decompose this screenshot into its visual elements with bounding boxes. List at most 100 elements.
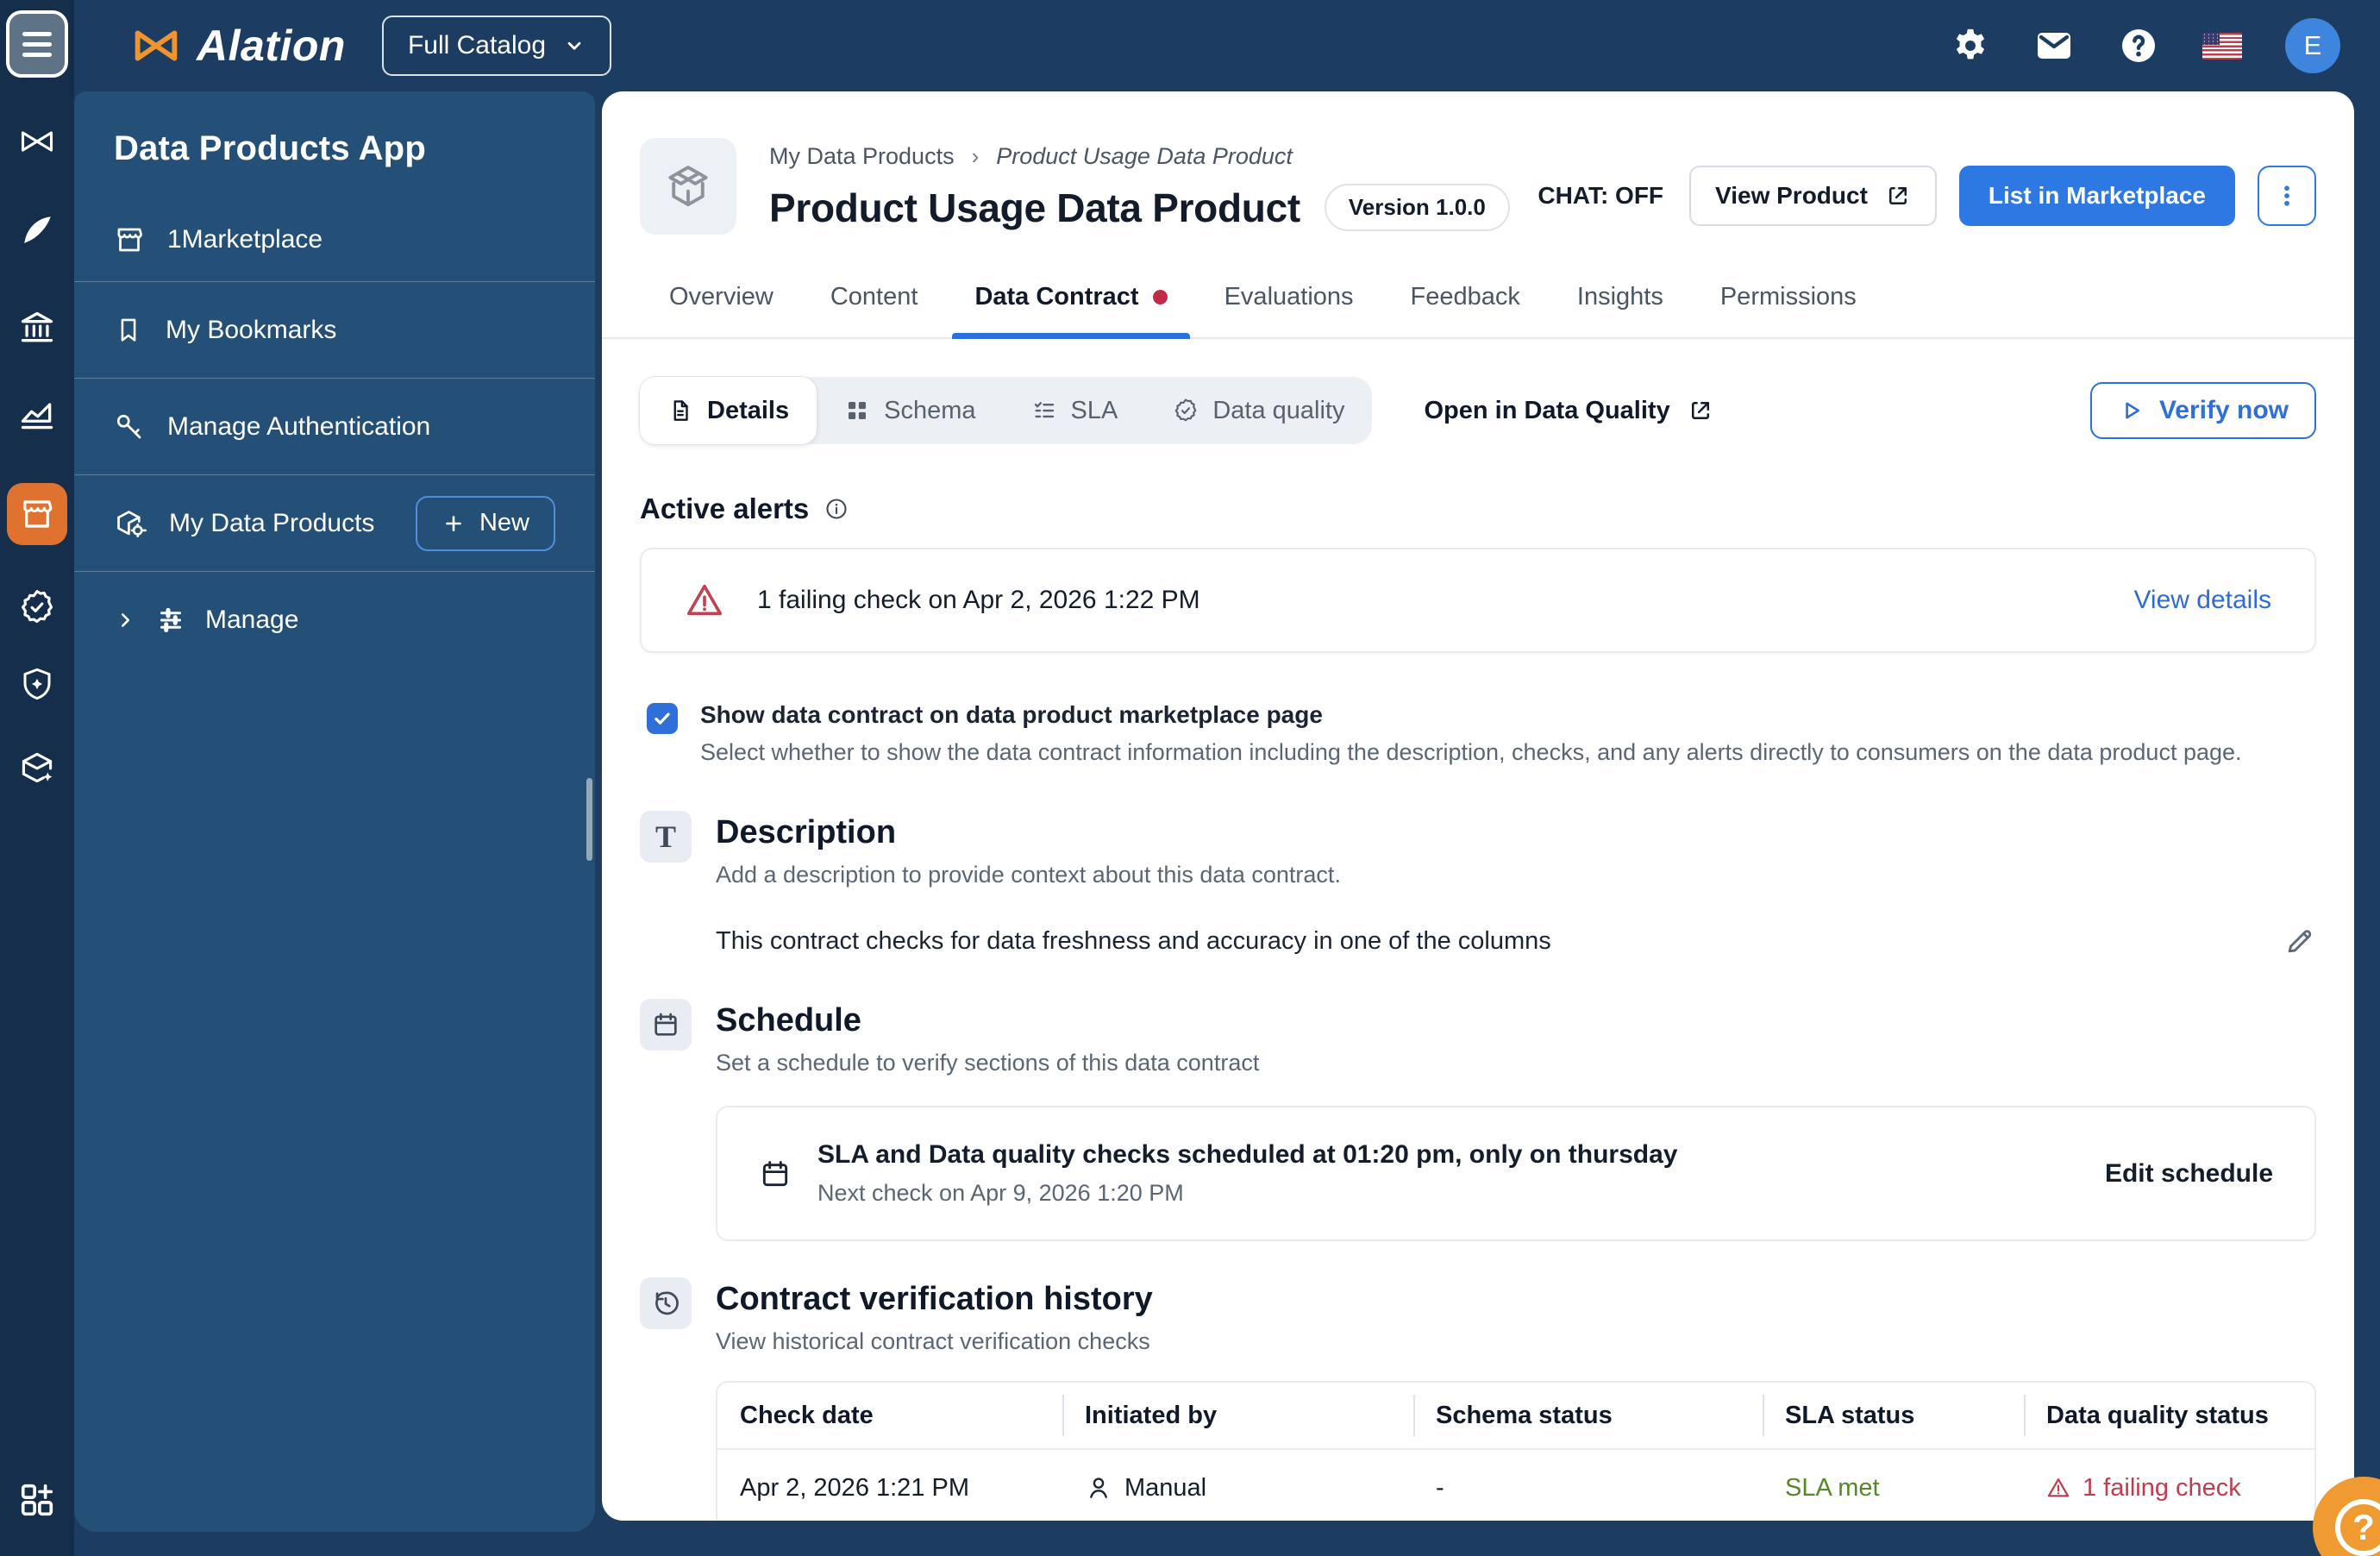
area-chart-icon[interactable] <box>18 395 56 433</box>
topbar-actions: E <box>1951 18 2340 73</box>
edit-schedule-button[interactable]: Edit schedule <box>2105 1159 2273 1189</box>
show-contract-checkbox[interactable] <box>647 703 678 734</box>
sidebar-item-label: My Bookmarks <box>166 315 337 344</box>
alation-mark-icon[interactable] <box>18 122 56 160</box>
view-details-link[interactable]: View details <box>2133 586 2271 615</box>
page-title: Product Usage Data Product <box>769 185 1300 230</box>
sidebar-item-marketplace[interactable]: 1Marketplace <box>74 198 595 281</box>
mail-icon <box>2038 33 2070 59</box>
tab-data-contract[interactable]: Data Contract <box>952 283 1190 339</box>
schedule-section-icon-tile <box>640 999 692 1051</box>
sidebar-item-manage-authentication[interactable]: Manage Authentication <box>74 378 595 474</box>
hamburger-menu-button[interactable] <box>6 10 68 78</box>
badge-check-icon <box>1175 398 1197 422</box>
segment-sla[interactable]: SLA <box>1004 377 1146 444</box>
verification-history-table: Check date Initiated by Schema status SL… <box>716 1381 2316 1521</box>
show-contract-text: Show data contract on data product marke… <box>700 701 2242 766</box>
sidebar-item-label: My Data Products <box>169 508 375 537</box>
alert-triangle-icon <box>2047 1478 2070 1497</box>
column-header-schema-status: Schema status <box>1413 1383 1763 1448</box>
segment-data-quality[interactable]: Data quality <box>1145 377 1372 444</box>
title-row: Product Usage Data Product Version 1.0.0 <box>769 184 1510 231</box>
breadcrumb-root-link[interactable]: My Data Products <box>769 143 955 170</box>
description-heading: Description <box>716 814 897 850</box>
sidebar-scrollbar-thumb[interactable] <box>586 778 592 861</box>
box-gear-icon <box>117 510 147 537</box>
segment-data-quality-label: Data quality <box>1212 396 1345 424</box>
product-header: My Data Products › Product Usage Data Pr… <box>640 138 2316 235</box>
us-flag-icon <box>2202 32 2220 45</box>
alation-logo[interactable]: Alation <box>128 21 346 71</box>
schedule-heading: Schedule <box>716 1002 861 1038</box>
tab-overview[interactable]: Overview <box>669 283 774 337</box>
new-data-product-button[interactable]: New <box>415 495 555 551</box>
tab-content[interactable]: Content <box>830 283 918 337</box>
history-section: Contract verification history View histo… <box>640 1277 2316 1521</box>
segment-details[interactable]: Details <box>640 377 817 444</box>
more-options-button[interactable] <box>2258 166 2316 226</box>
column-header-dq-status: Data quality status <box>2024 1383 2314 1448</box>
initiated-by-value: Manual <box>1124 1473 1207 1502</box>
tab-insights[interactable]: Insights <box>1577 283 1663 337</box>
grid-icon <box>849 402 867 419</box>
tab-evaluations[interactable]: Evaluations <box>1224 283 1354 337</box>
help-circle-icon <box>2122 29 2155 62</box>
plus-icon <box>446 515 461 531</box>
messages-button[interactable] <box>2033 25 2075 66</box>
view-product-button[interactable]: View Product <box>1689 166 1937 226</box>
sidebar-item-bookmarks[interactable]: My Bookmarks <box>74 281 595 378</box>
play-icon <box>2126 402 2140 419</box>
tab-permissions[interactable]: Permissions <box>1720 283 1857 337</box>
version-badge: Version 1.0.0 <box>1324 184 1510 231</box>
language-flag-button[interactable] <box>2202 32 2242 60</box>
hamburger-icon <box>22 31 52 57</box>
description-text: This contract checks for data freshness … <box>716 926 1551 955</box>
settings-gear-button[interactable] <box>1951 26 1990 66</box>
show-contract-toggle-row: Show data contract on data product marke… <box>640 701 2316 766</box>
schedule-subtitle: Set a schedule to verify sections of thi… <box>716 1050 1260 1076</box>
list-in-marketplace-label: List in Marketplace <box>1988 182 2206 209</box>
help-button[interactable] <box>2118 25 2159 66</box>
history-heading: Contract verification history <box>716 1281 1153 1317</box>
full-catalog-dropdown[interactable]: Full Catalog <box>381 16 612 76</box>
segment-schema[interactable]: Schema <box>817 377 1003 444</box>
column-header-check-date: Check date <box>740 1401 874 1429</box>
shield-icon[interactable] <box>19 666 55 702</box>
sidebar-item-manage[interactable]: Manage <box>74 571 595 668</box>
open-box-icon <box>668 166 708 207</box>
contract-segmented-control: Details Schema SLA Data quality <box>640 377 1373 444</box>
schedule-card-text: SLA and Data quality checks scheduled at… <box>817 1140 1678 1207</box>
apps-plus-icon[interactable] <box>17 1480 57 1520</box>
column-header-sla-status: SLA status <box>1763 1383 2024 1448</box>
sliders-icon <box>160 607 181 632</box>
breadcrumb-separator: › <box>971 143 980 169</box>
schedule-card: SLA and Data quality checks scheduled at… <box>716 1106 2316 1241</box>
calendar-icon <box>654 1013 677 1036</box>
bank-icon[interactable] <box>18 309 56 347</box>
info-icon[interactable] <box>824 497 849 521</box>
sidebar-item-my-data-products[interactable]: My Data Products New <box>74 474 595 571</box>
sidebar-item-label: Manage Authentication <box>167 411 431 441</box>
product-tile <box>640 138 736 235</box>
show-contract-label: Show data contract on data product marke… <box>700 701 1323 728</box>
gear-icon <box>1956 28 1985 60</box>
user-avatar[interactable]: E <box>2285 18 2340 73</box>
bookmark-icon <box>121 318 136 342</box>
sidebar-title: Data Products App <box>114 129 426 167</box>
feather-icon[interactable] <box>19 212 55 248</box>
main-panel: My Data Products › Product Usage Data Pr… <box>602 91 2354 1521</box>
open-in-data-quality-link[interactable]: Open in Data Quality <box>1424 397 1713 425</box>
edit-pencil-icon[interactable] <box>2283 925 2316 957</box>
storefront-icon <box>117 228 142 251</box>
verify-now-button[interactable]: Verify now <box>2089 382 2316 439</box>
box-sparkle-icon[interactable] <box>18 749 56 787</box>
tab-feedback[interactable]: Feedback <box>1411 283 1520 337</box>
badge-check-icon[interactable] <box>18 588 56 626</box>
chevron-right-icon <box>121 612 130 627</box>
table-row[interactable]: Apr 2, 2026 1:21 PM Manual - SLA met 1 f… <box>717 1448 2314 1521</box>
table-header-row: Check date Initiated by Schema status SL… <box>717 1383 2314 1448</box>
list-in-marketplace-button[interactable]: List in Marketplace <box>1958 166 2235 226</box>
cell-sla-status: SLA met <box>1785 1473 1880 1502</box>
storefront-rail-item-active[interactable] <box>7 483 67 545</box>
cell-initiated-by: Manual <box>1062 1474 1413 1503</box>
